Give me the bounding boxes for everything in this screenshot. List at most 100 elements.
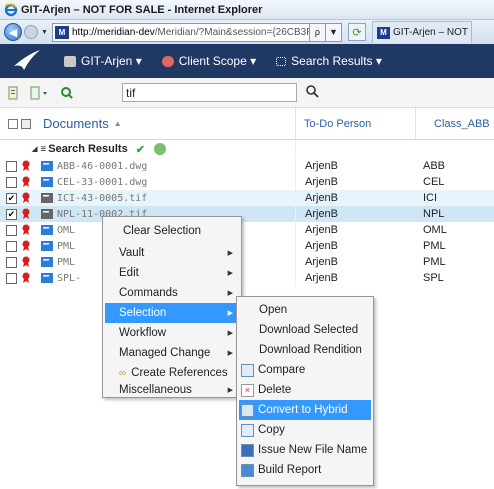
submenu-arrow-icon: ▶ <box>227 310 233 317</box>
table-row[interactable]: PML ArjenB PML <box>0 254 494 270</box>
forward-button[interactable] <box>24 25 38 39</box>
sub-delete-label: Delete <box>258 384 292 396</box>
window-title: GIT-Arjen – NOT FOR SALE - Internet Expl… <box>21 3 263 16</box>
ctx-miscellaneous[interactable]: Miscellaneous ▶ <box>105 383 239 397</box>
row-checkbox[interactable] <box>6 160 17 172</box>
ctx-create-references[interactable]: ∞ Create References <box>105 363 239 383</box>
collapse-all-icon[interactable] <box>21 118 31 129</box>
ctx-miscellaneous-label: Miscellaneous <box>119 384 192 396</box>
convert-icon <box>241 403 254 417</box>
row-checkbox[interactable]: ✔ <box>6 192 17 204</box>
refresh-button[interactable]: ⟳ <box>347 23 366 41</box>
class-cell: PML <box>423 256 446 268</box>
address-bar[interactable]: M http://meridian-dev/Meridian/?Main&ses… <box>51 22 310 42</box>
row-checkbox[interactable] <box>6 176 17 188</box>
refresh-icon: ⟳ <box>352 26 362 39</box>
expand-all-icon[interactable] <box>8 118 18 129</box>
todo-column-header[interactable]: To-Do Person <box>296 108 416 139</box>
search-icon[interactable] <box>305 84 319 101</box>
class-column-header[interactable]: Class_ABB <box>416 108 494 139</box>
sub-open-label: Open <box>259 304 288 316</box>
report-icon <box>241 463 254 477</box>
vault-menu[interactable]: GIT-Arjen ▾ <box>64 54 142 68</box>
sub-copy[interactable]: Copy <box>239 420 371 440</box>
address-host: http://meridian-dev <box>71 26 155 38</box>
document-name[interactable]: SPL- <box>57 273 81 284</box>
document-name[interactable]: PML <box>57 257 75 268</box>
group-label: Search Results <box>48 143 128 155</box>
row-checkbox[interactable] <box>6 256 17 268</box>
collapse-triangle-icon[interactable]: ◢ <box>32 145 37 153</box>
document-name[interactable]: CEL-33-0001.dwg <box>57 177 147 188</box>
new-document-icon[interactable] <box>8 86 20 100</box>
view-options-icon[interactable] <box>30 86 50 100</box>
row-checkbox[interactable] <box>6 240 17 252</box>
table-row[interactable]: ABB-46-0001.dwg ArjenB ABB <box>0 158 494 174</box>
back-button[interactable]: ◀ <box>4 23 22 41</box>
flag-icon <box>21 192 32 204</box>
sub-delete[interactable]: × Delete <box>239 380 371 400</box>
ctx-managed-change[interactable]: Managed Change ▶ <box>105 343 239 363</box>
context-menu: Clear Selection Vault ▶ Edit ▶ Commands ▶ S… <box>102 216 242 398</box>
table-row[interactable]: ✔ NPL-11-0002.tif ArjenB NPL <box>0 206 494 222</box>
chevron-down-icon: ▾ <box>250 54 257 68</box>
sub-open[interactable]: Open <box>239 300 371 320</box>
file-type-icon <box>40 192 54 204</box>
sub-build-report[interactable]: Build Report <box>239 460 371 480</box>
browser-tab[interactable]: M GIT-Arjen – NOT F <box>371 21 472 43</box>
flag-icon <box>21 272 32 284</box>
document-name[interactable]: ABB-46-0001.dwg <box>57 161 147 172</box>
documents-column-header[interactable]: Documents ▲ <box>0 108 296 139</box>
document-name[interactable]: PML <box>57 241 75 252</box>
file-type-icon <box>40 240 54 252</box>
ctx-commands[interactable]: Commands ▶ <box>105 283 239 303</box>
search-results-menu[interactable]: Search Results ▾ <box>276 54 382 68</box>
back-arrow-icon: ◀ <box>8 26 18 39</box>
todo-person-cell: ArjenB <box>305 240 339 252</box>
sub-issue-new-file-name-label: Issue New File Name <box>258 444 368 456</box>
document-name[interactable]: OML <box>57 225 75 236</box>
row-checkbox[interactable] <box>6 224 17 236</box>
file-type-icon <box>40 208 54 220</box>
table-row[interactable]: CEL-33-0001.dwg ArjenB CEL <box>0 174 494 190</box>
group-row[interactable]: ◢ ≡ Search Results ✔ <box>0 141 494 157</box>
sub-download-selected[interactable]: Download Selected <box>239 320 371 340</box>
sub-download-rendition-label: Download Rendition <box>259 344 362 356</box>
history-dropdown-icon[interactable]: ▼ <box>41 29 48 36</box>
submenu-arrow-icon: ▶ <box>227 250 233 257</box>
flag-icon <box>21 176 32 188</box>
address-path: /Meridian/?Main&session={26CB3F9A-0135- <box>154 26 309 38</box>
address-search-button[interactable]: ρ <box>309 22 326 42</box>
file-type-icon <box>40 160 54 172</box>
scope-icon <box>161 55 174 67</box>
ctx-workflow[interactable]: Workflow ▶ <box>105 323 239 343</box>
row-checkbox[interactable]: ✔ <box>6 208 17 220</box>
ctx-vault[interactable]: Vault ▶ <box>105 243 239 263</box>
results-icon: ≡ <box>40 143 47 155</box>
ctx-edit[interactable]: Edit ▶ <box>105 263 239 283</box>
sub-compare[interactable]: Compare <box>239 360 371 380</box>
table-row[interactable]: ✔ ICI-43-0005.tif ArjenB ICI <box>0 190 494 206</box>
ctx-vault-label: Vault <box>119 247 145 259</box>
table-row[interactable]: SPL- ArjenB SPL <box>0 270 494 286</box>
ctx-selection[interactable]: Selection ▶ <box>105 303 239 323</box>
sub-issue-new-file-name[interactable]: Issue New File Name <box>239 440 371 460</box>
ctx-clear-selection[interactable]: Clear Selection <box>105 221 239 243</box>
find-icon[interactable] <box>60 86 73 100</box>
app-menubar: GIT-Arjen ▾ Client Scope ▾ Search Result… <box>0 44 494 78</box>
row-checkbox[interactable] <box>6 272 17 284</box>
sub-convert-to-hybrid[interactable]: Convert to Hybrid <box>239 400 371 420</box>
sub-download-rendition[interactable]: Download Rendition <box>239 340 371 360</box>
ctx-edit-label: Edit <box>119 267 139 279</box>
table-row[interactable]: OML ArjenB OML <box>0 222 494 238</box>
search-input[interactable] <box>122 83 297 102</box>
todo-person-cell: ArjenB <box>305 224 339 236</box>
client-scope-menu[interactable]: Client Scope ▾ <box>161 54 257 68</box>
table-row[interactable]: PML ArjenB PML <box>0 238 494 254</box>
todo-person-cell: ArjenB <box>305 160 339 172</box>
ctx-create-references-label: Create References <box>131 367 228 379</box>
submenu-arrow-icon: ▶ <box>227 270 233 277</box>
documents-column-label: Documents <box>43 116 109 131</box>
document-name[interactable]: ICI-43-0005.tif <box>57 193 147 204</box>
address-dropdown-button[interactable]: ▼ <box>325 22 342 42</box>
